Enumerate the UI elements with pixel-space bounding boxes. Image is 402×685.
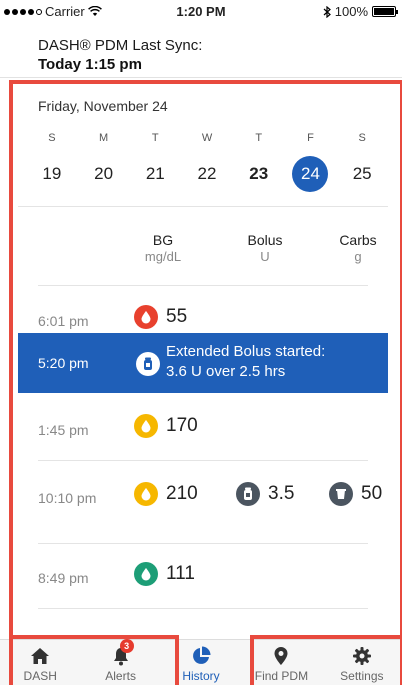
history-panel: Friday, November 24 S M T W T F S 19 20 … — [18, 88, 388, 636]
bg-column-header: BG mg/dL — [144, 232, 182, 264]
tab-label: Find PDM — [254, 669, 309, 683]
entry-time: 1:45 pm — [38, 422, 89, 438]
tab-history[interactable]: History — [161, 640, 241, 685]
bg-value: 210 — [134, 482, 198, 506]
history-entry-row-highlighted[interactable]: 5:20 pm Extended Bolus started: 3.6 U ov… — [18, 333, 388, 393]
blood-drop-icon — [134, 562, 158, 586]
history-entry-row[interactable]: 8:49 pm 111 — [18, 548, 388, 608]
bell-icon: 3 — [110, 639, 134, 667]
weekday-label: F — [307, 132, 314, 144]
bg-value: 170 — [134, 414, 198, 438]
weekday-label: M — [98, 132, 109, 144]
tab-label: DASH — [23, 669, 57, 683]
history-entry-row[interactable]: 10:10 pm 210 3.5 50 — [18, 468, 388, 528]
day-22-button[interactable]: 22 — [181, 156, 233, 192]
weekday-row: S M T W T F S — [18, 132, 388, 144]
day-21-button[interactable]: 21 — [129, 156, 181, 192]
day-24-button-selected[interactable]: 24 — [285, 156, 337, 192]
battery-info: 100% — [323, 4, 398, 19]
tab-alerts[interactable]: 3 Alerts — [80, 639, 160, 685]
selected-date-title: Friday, November 24 — [38, 98, 168, 114]
tab-bar: DASH 3 Alerts History Find PDM Settings — [0, 639, 402, 685]
blood-drop-icon — [134, 414, 158, 438]
location-pin-icon — [270, 645, 292, 667]
day-25-button[interactable]: 25 — [336, 156, 388, 192]
bolus-value: 3.5 — [236, 482, 294, 506]
day-selector: 19 20 21 22 23 24 25 — [18, 156, 388, 192]
bolus-column-header: Bolus U — [247, 232, 283, 264]
weekday-label: W — [201, 132, 213, 144]
tab-label: Alerts — [105, 669, 136, 683]
divider — [38, 460, 368, 461]
tab-label: History — [182, 669, 220, 683]
blood-drop-icon — [134, 482, 158, 506]
tab-label: Settings — [340, 669, 384, 683]
day-23-button[interactable]: 23 — [233, 156, 285, 192]
carbs-column-header: Carbs g — [339, 232, 377, 264]
tab-settings[interactable]: Settings — [322, 640, 402, 685]
weekday-label: T — [255, 132, 263, 144]
battery-percent: 100% — [334, 4, 368, 19]
entry-time: 10:10 pm — [38, 490, 97, 506]
divider — [38, 543, 368, 544]
weekday-label: S — [48, 132, 56, 144]
entry-time: 8:49 pm — [38, 570, 89, 586]
battery-icon — [372, 6, 398, 17]
divider — [18, 206, 388, 207]
pod-bolus-icon — [236, 482, 260, 506]
carbs-cup-icon — [329, 482, 353, 506]
extended-bolus-message: Extended Bolus started: 3.6 U over 2.5 h… — [166, 343, 326, 380]
blood-drop-icon — [134, 305, 158, 329]
weekday-label: S — [358, 132, 366, 144]
home-icon — [29, 645, 51, 667]
bg-value: 55 — [134, 305, 187, 329]
day-20-button[interactable]: 20 — [78, 156, 130, 192]
pod-bolus-icon — [136, 352, 160, 376]
alerts-count-badge: 3 — [119, 639, 134, 653]
sync-title: DASH® PDM Last Sync: — [38, 37, 203, 54]
divider — [38, 285, 368, 286]
day-19-button[interactable]: 19 — [26, 156, 78, 192]
tab-find-pdm[interactable]: Find PDM — [241, 640, 321, 685]
sync-header: DASH® PDM Last Sync: Today 1:15 pm — [0, 22, 402, 78]
pie-chart-icon — [190, 645, 212, 667]
carbs-value: 50 — [329, 482, 382, 506]
status-bar: Carrier 1:20 PM 100% — [0, 0, 402, 22]
bluetooth-icon — [323, 5, 331, 18]
bg-value: 111 — [134, 562, 195, 586]
entry-time: 6:01 pm — [38, 313, 89, 329]
divider — [38, 608, 368, 609]
entry-time: 5:20 pm — [38, 355, 89, 371]
tab-dash[interactable]: DASH — [0, 640, 80, 685]
weekday-label: T — [151, 132, 159, 144]
gear-icon — [351, 645, 373, 667]
sync-time: Today 1:15 pm — [38, 56, 142, 73]
history-entry-row[interactable]: 1:45 pm 170 — [18, 400, 388, 460]
